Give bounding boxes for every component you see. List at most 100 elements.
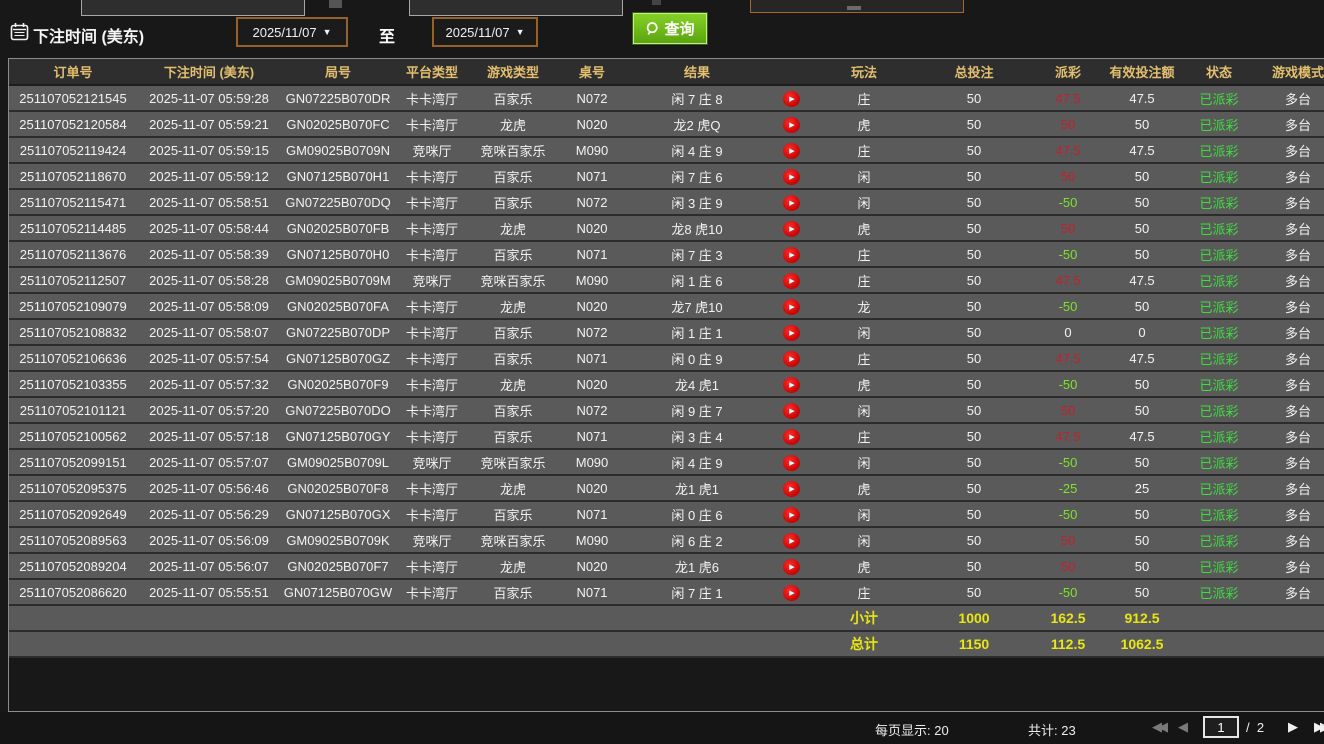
table-number-cell: M090 (557, 137, 627, 163)
play-video-icon[interactable]: ▶ (783, 143, 800, 159)
platform-type-cell: 卡卡湾厅 (395, 579, 469, 605)
game-mode-cell: 多台 (1255, 319, 1324, 345)
platform-type-cell: 卡卡湾厅 (395, 189, 469, 215)
status-badge: 已派彩 (1183, 241, 1255, 267)
bet-time-cell: 2025-11-07 05:56:29 (137, 501, 281, 527)
play-video-icon[interactable]: ▶ (783, 455, 800, 471)
play-video-icon[interactable]: ▶ (783, 221, 800, 237)
status-badge: 已派彩 (1183, 163, 1255, 189)
prev-page-icon[interactable]: ◀ (1178, 719, 1188, 735)
page-number-input[interactable] (1203, 716, 1239, 738)
table-number-cell: N020 (557, 111, 627, 137)
video-cell: ▶ (767, 397, 815, 423)
first-page-icon[interactable]: ◀◀ (1152, 719, 1164, 735)
play-video-icon[interactable]: ▶ (783, 507, 800, 523)
valid-bet-cell: 50 (1101, 501, 1183, 527)
play-video-icon[interactable]: ▶ (783, 169, 800, 185)
total-bet-cell: 50 (913, 293, 1035, 319)
game-type-cell: 百家乐 (469, 189, 557, 215)
date-from-select[interactable]: 2025/11/07 ▼ (236, 17, 348, 47)
round-number-cell: GN02025B070F8 (281, 475, 395, 501)
last-page-icon[interactable]: ▶▶ (1314, 719, 1324, 735)
play-video-icon[interactable]: ▶ (783, 429, 800, 445)
status-badge: 已派彩 (1183, 579, 1255, 605)
table-row: 251107052103355 2025-11-07 05:57:32 GN02… (9, 371, 1324, 397)
round-number-cell: GN07225B070DQ (281, 189, 395, 215)
query-button[interactable]: 查询 (633, 13, 707, 44)
valid-bet-cell: 47.5 (1101, 345, 1183, 371)
play-video-icon[interactable]: ▶ (783, 273, 800, 289)
play-video-icon[interactable]: ▶ (783, 299, 800, 315)
valid-bet-cell: 50 (1101, 553, 1183, 579)
order-number-cell: 251107052089563 (9, 527, 137, 553)
status-badge: 已派彩 (1183, 85, 1255, 111)
round-number-cell: GN07125B070H0 (281, 241, 395, 267)
query-button-label: 查询 (664, 18, 694, 39)
play-video-icon[interactable]: ▶ (783, 195, 800, 211)
total-label: 总计 (815, 631, 913, 657)
table-row: 251107052113676 2025-11-07 05:58:39 GN07… (9, 241, 1324, 267)
game-type-cell: 百家乐 (469, 241, 557, 267)
total-row: 总计 1150 112.5 1062.5 (9, 631, 1324, 657)
result-cell: 龙7 虎10 (627, 293, 767, 319)
table-number-cell: N072 (557, 85, 627, 111)
play-video-icon[interactable]: ▶ (783, 351, 800, 367)
play-method-cell: 庄 (815, 241, 913, 267)
total-bet-cell: 50 (913, 137, 1035, 163)
order-number-cell: 251107052119424 (9, 137, 137, 163)
total-bet-cell: 50 (913, 579, 1035, 605)
play-video-icon[interactable]: ▶ (783, 117, 800, 133)
total-bet-cell: 50 (913, 371, 1035, 397)
game-mode-cell: 多台 (1255, 215, 1324, 241)
result-cell: 龙2 虎Q (627, 111, 767, 137)
video-cell: ▶ (767, 475, 815, 501)
game-type-cell: 龙虎 (469, 371, 557, 397)
play-video-icon[interactable]: ▶ (783, 481, 800, 497)
play-video-icon[interactable]: ▶ (783, 377, 800, 393)
play-video-icon[interactable]: ▶ (783, 91, 800, 107)
game-type-cell: 竞咪百家乐 (469, 527, 557, 553)
bet-time-cell: 2025-11-07 05:55:51 (137, 579, 281, 605)
play-method-cell: 庄 (815, 345, 913, 371)
table-row: 251107052109079 2025-11-07 05:58:09 GN02… (9, 293, 1324, 319)
result-cell: 龙4 虎1 (627, 371, 767, 397)
platform-type-cell: 卡卡湾厅 (395, 423, 469, 449)
valid-bet-cell: 50 (1101, 371, 1183, 397)
status-badge: 已派彩 (1183, 553, 1255, 579)
col-header-status: 状态 (1183, 59, 1255, 85)
round-number-cell: GN07225B070DR (281, 85, 395, 111)
table-row: 251107052100562 2025-11-07 05:57:18 GN07… (9, 423, 1324, 449)
next-page-icon[interactable]: ▶ (1288, 719, 1298, 735)
video-cell: ▶ (767, 345, 815, 371)
bet-time-cell: 2025-11-07 05:58:44 (137, 215, 281, 241)
status-badge: 已派彩 (1183, 215, 1255, 241)
bet-time-cell: 2025-11-07 05:58:07 (137, 319, 281, 345)
play-video-icon[interactable]: ▶ (783, 559, 800, 575)
result-cell: 闲 3 庄 4 (627, 423, 767, 449)
total-bet-cell: 50 (913, 163, 1035, 189)
video-cell: ▶ (767, 371, 815, 397)
valid-bet-cell: 50 (1101, 293, 1183, 319)
play-video-icon[interactable]: ▶ (783, 325, 800, 341)
table-number-cell: M090 (557, 449, 627, 475)
valid-bet-cell: 50 (1101, 241, 1183, 267)
status-badge: 已派彩 (1183, 319, 1255, 345)
table-number-cell: N072 (557, 397, 627, 423)
date-to-select[interactable]: 2025/11/07 ▼ (432, 17, 538, 47)
game-type-cell: 百家乐 (469, 423, 557, 449)
table-row: 251107052086620 2025-11-07 05:55:51 GN07… (9, 579, 1324, 605)
game-type-cell: 龙虎 (469, 293, 557, 319)
play-video-icon[interactable]: ▶ (783, 247, 800, 263)
game-type-cell: 百家乐 (469, 163, 557, 189)
order-number-cell: 251107052113676 (9, 241, 137, 267)
order-number-cell: 251107052114485 (9, 215, 137, 241)
total-valid: 1062.5 (1101, 631, 1183, 657)
table-number-cell: M090 (557, 527, 627, 553)
play-video-icon[interactable]: ▶ (783, 585, 800, 601)
payout-cell: -50 (1035, 241, 1101, 267)
platform-type-cell: 卡卡湾厅 (395, 163, 469, 189)
table-row: 251107052095375 2025-11-07 05:56:46 GN02… (9, 475, 1324, 501)
play-video-icon[interactable]: ▶ (783, 403, 800, 419)
play-video-icon[interactable]: ▶ (783, 533, 800, 549)
chevron-down-icon: ▼ (323, 27, 332, 37)
